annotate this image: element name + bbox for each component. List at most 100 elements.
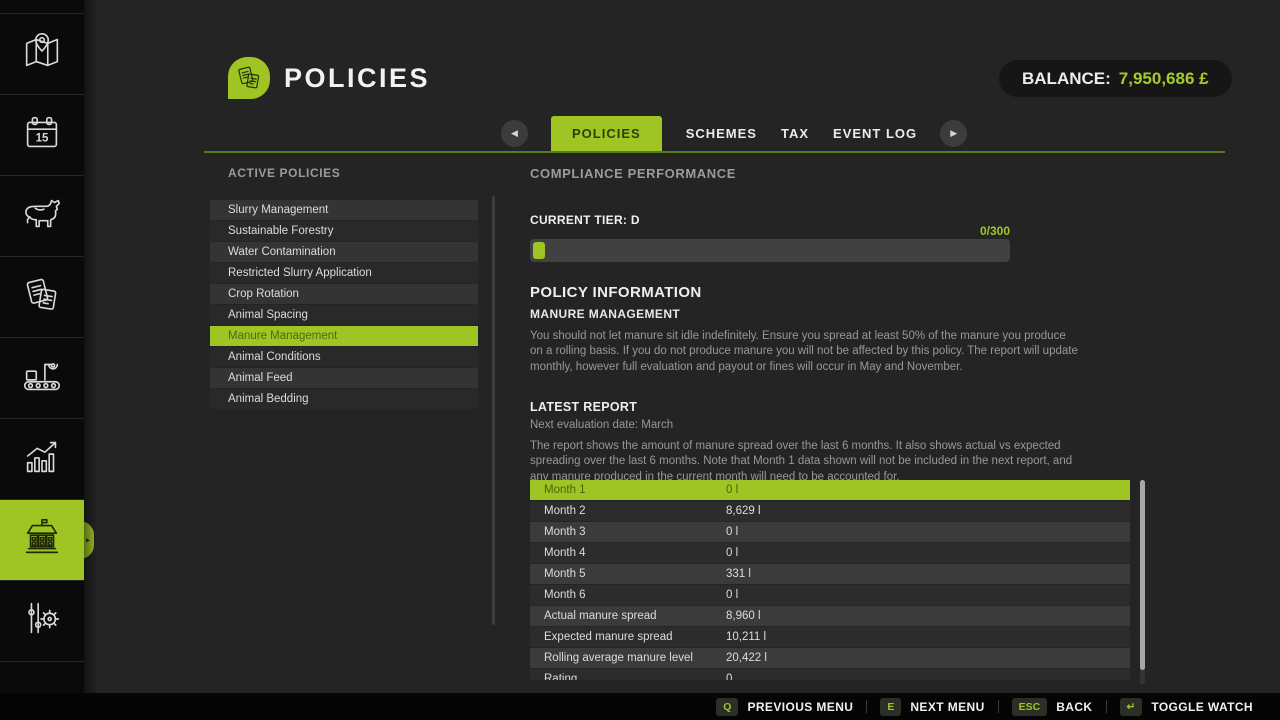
hint-label: PREVIOUS MENU: [747, 700, 853, 714]
report-row-value: 0: [726, 669, 1130, 680]
tab-policies[interactable]: POLICIES: [551, 116, 662, 151]
chevron-left-icon: ◀: [511, 128, 518, 139]
report-row-label: Month 4: [530, 543, 726, 563]
hint-label: TOGGLE WATCH: [1151, 700, 1253, 714]
sidebar-item-contracts[interactable]: ▸: [0, 257, 84, 338]
tab-event-log[interactable]: EVENT LOG: [833, 126, 917, 141]
policy-list-item[interactable]: Sustainable Forestry: [210, 221, 478, 241]
policy-list-item[interactable]: Animal Bedding: [210, 389, 478, 409]
sidebar-item-map[interactable]: ▸: [0, 14, 84, 95]
key-badge: E: [880, 698, 901, 716]
compliance-heading: COMPLIANCE PERFORMANCE: [530, 166, 736, 181]
key-badge: Q: [716, 698, 738, 716]
report-row-value: 0 l: [726, 543, 1130, 563]
report-row-value: 0 l: [726, 585, 1130, 605]
report-row-value: 8,629 l: [726, 501, 1130, 521]
sidebar-item-production[interactable]: ▸: [0, 338, 84, 419]
policy-list-item[interactable]: Restricted Slurry Application: [210, 263, 478, 283]
report-row-value: 0 l: [726, 522, 1130, 542]
hint-toggle-watch[interactable]: ↵TOGGLE WATCH: [1107, 698, 1267, 716]
policy-name: MANURE MANAGEMENT: [530, 307, 680, 321]
compliance-score: 0/300: [530, 224, 1010, 238]
policy-information-heading: POLICY INFORMATION: [530, 284, 702, 301]
documents-icon: [233, 62, 265, 94]
report-table-row[interactable]: Month 60 l: [530, 585, 1130, 605]
map-icon: [19, 29, 65, 80]
tab-list: POLICIES SCHEMES TAX EVENT LOG: [551, 116, 917, 151]
report-row-value: 331 l: [726, 564, 1130, 584]
report-scrollbar-thumb[interactable]: [1140, 480, 1145, 670]
report-row-value: 0 l: [726, 480, 1130, 500]
page-title: POLICIES: [284, 63, 430, 94]
hint-previous-menu[interactable]: Q PREVIOUS MENU: [703, 698, 866, 716]
sidebar: ▸ 15 ▸ ▸: [0, 0, 84, 693]
report-table-row[interactable]: Month 28,629 l: [530, 501, 1130, 521]
report-table-row[interactable]: Actual manure spread8,960 l: [530, 606, 1130, 626]
next-evaluation-date: Next evaluation date: March: [530, 419, 673, 431]
report-row-label: Month 2: [530, 501, 726, 521]
policy-list-item[interactable]: Animal Spacing: [210, 305, 478, 325]
policy-description: You should not let manure sit idle indef…: [530, 329, 1078, 375]
sidebar-item-statistics[interactable]: ▸: [0, 419, 84, 500]
report-row-label: Month 3: [530, 522, 726, 542]
prev-tab-button[interactable]: ◀: [501, 120, 528, 147]
hint-back[interactable]: ESC BACK: [999, 698, 1106, 716]
report-table-row[interactable]: Month 5331 l: [530, 564, 1130, 584]
key-badge: ESC: [1012, 698, 1048, 716]
policy-list-item[interactable]: Animal Conditions: [210, 347, 478, 367]
hint-next-menu[interactable]: E NEXT MENU: [867, 698, 997, 716]
tab-schemes[interactable]: SCHEMES: [686, 126, 757, 141]
report-table-row[interactable]: Rolling average manure level20,422 l: [530, 648, 1130, 668]
sidebar-item-settings[interactable]: ▸: [0, 581, 84, 662]
report-row-value: 8,960 l: [726, 606, 1130, 626]
report-row-value: 20,422 l: [726, 648, 1130, 668]
sidebar-item-animals[interactable]: ▸: [0, 176, 84, 257]
documents-icon: [19, 272, 65, 323]
next-tab-button[interactable]: ▶: [940, 120, 967, 147]
compliance-progress-fill: [533, 242, 545, 259]
tab-tax[interactable]: TAX: [781, 126, 809, 141]
chevron-right-icon: ▶: [950, 128, 957, 139]
policy-list-item[interactable]: Water Contamination: [210, 242, 478, 262]
sidebar-stub-top: [0, 0, 84, 14]
footer-bar: Q PREVIOUS MENU E NEXT MENU ESC BACK ↵TOGGLE W…: [0, 693, 1280, 720]
latest-report-heading: LATEST REPORT: [530, 400, 637, 414]
report-row-label: Month 1: [530, 480, 726, 500]
balance-value: 7,950,686 £: [1119, 69, 1209, 89]
active-policies-list: Slurry ManagementSustainable ForestryWat…: [210, 200, 478, 410]
report-row-label: Expected manure spread: [530, 627, 726, 647]
policy-list-item[interactable]: Slurry Management: [210, 200, 478, 220]
sidebar-item-calendar[interactable]: 15 ▸: [0, 95, 84, 176]
report-row-label: Rating: [530, 669, 726, 680]
balance-label: BALANCE:: [1022, 69, 1111, 89]
sidebar-item-finances[interactable]: ▸: [0, 500, 84, 581]
policy-list-scrollbar[interactable]: [492, 196, 495, 625]
tab-underline: [204, 151, 1225, 153]
policy-list-item[interactable]: Crop Rotation: [210, 284, 478, 304]
selected-arrow-icon: ▸: [86, 536, 90, 545]
sidebar-shadow: [84, 0, 98, 693]
production-icon: [19, 353, 65, 404]
report-table-row[interactable]: Month 30 l: [530, 522, 1130, 542]
report-table: Month 10 lMonth 28,629 lMonth 30 lMonth …: [530, 480, 1130, 680]
report-table-row[interactable]: Rating0: [530, 669, 1130, 680]
statistics-icon: [19, 434, 65, 485]
policy-list-item[interactable]: Manure Management: [210, 326, 478, 346]
tab-bar: ◀ POLICIES SCHEMES TAX EVENT LOG ▶: [501, 116, 967, 151]
hint-label: BACK: [1056, 700, 1092, 714]
hint-label: NEXT MENU: [910, 700, 984, 714]
report-description: The report shows the amount of manure sp…: [530, 439, 1078, 485]
svg-text:15: 15: [36, 132, 49, 144]
report-row-label: Month 6: [530, 585, 726, 605]
calendar-icon: 15: [19, 110, 65, 161]
cow-icon: [19, 191, 65, 242]
settings-icon: [19, 596, 65, 647]
report-table-row[interactable]: Month 10 l: [530, 480, 1130, 500]
report-row-value: 10,211 l: [726, 627, 1130, 647]
report-table-row[interactable]: Month 40 l: [530, 543, 1130, 563]
report-table-row[interactable]: Expected manure spread10,211 l: [530, 627, 1130, 647]
active-policies-heading: ACTIVE POLICIES: [228, 166, 340, 180]
compliance-progress-bar: [530, 239, 1010, 262]
policy-list-item[interactable]: Animal Feed: [210, 368, 478, 388]
policies-screen: ▸ 15 ▸ ▸: [0, 0, 1280, 720]
